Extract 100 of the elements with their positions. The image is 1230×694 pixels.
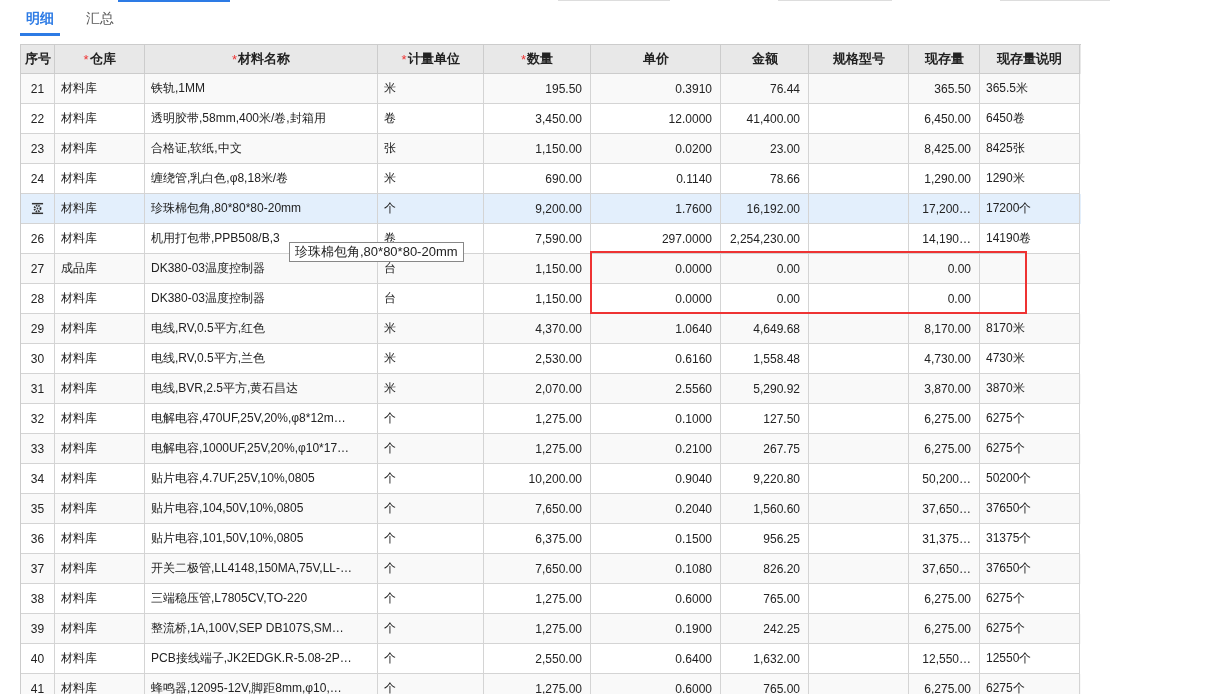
table-cell: 材料库 [61, 230, 97, 247]
table-cell: 8,425.00 [924, 141, 971, 156]
table-cell: 材料库 [61, 470, 97, 487]
table-cell: 1,150.00 [535, 141, 582, 156]
table-cell: 材料库 [61, 560, 97, 577]
table-row[interactable]: 39 材料库 整流桥,1A,100V,SEP DB107S,SM… 个 1,275.00 0.1900 242.25 6,275.00 6275个 [21, 614, 1081, 644]
column-label: 仓库 [89, 50, 116, 68]
table-row[interactable]: 41 材料库 蜂鸣器,12095-12V,脚距8mm,φ10,… 个 1,275.00 0.6000 765.00 6,275.00 6275个 [21, 674, 1081, 694]
table-cell: 2,550.00 [535, 651, 582, 666]
table-cell: 32 [30, 411, 45, 426]
table-row[interactable]: 29 材料库 电线,RV,0.5平方,红色 米 4,370.00 1.0640 4,649.68 8,170.00 8170米 [21, 314, 1081, 344]
table-row[interactable]: 21 材料库 铁轨,1MM 米 195.50 0.3910 76.44 365.50 365.5米 [21, 74, 1081, 104]
table-cell: 8,170.00 [924, 321, 971, 336]
table-cell: 6275个 [986, 590, 1025, 607]
table-cell: 14190卷 [986, 230, 1032, 247]
table-cell: 0.0000 [675, 261, 712, 276]
table-cell: 材料库 [61, 290, 97, 307]
table-cell: 9,200.00 [535, 201, 582, 216]
table-row[interactable]: 23 材料库 合格证,软纸,中文 张 1,150.00 0.0200 23.00 8,425.00 8425张 [21, 134, 1081, 164]
table-cell: 铁轨,1MM [151, 80, 205, 97]
table-cell: 1,632.00 [753, 651, 800, 666]
table-cell: 材料库 [61, 650, 97, 667]
table-cell: 0.2040 [675, 501, 712, 516]
table-row[interactable]: 24 材料库 缠绕管,乳白色,φ8,18米/卷 米 690.00 0.1140 78.66 1,290.00 1290米 [21, 164, 1081, 194]
table-cell: 12.0000 [668, 111, 712, 126]
table-cell: 37 [30, 561, 45, 576]
table-row[interactable]: 33 材料库 电解电容,1000UF,25V,20%,φ10*17… 个 1,275.00 0.2100 267.75 6,275.00 6275个 [21, 434, 1081, 464]
table-cell: 0.6400 [675, 651, 712, 666]
table-cell: 6,450.00 [924, 111, 971, 126]
tab[interactable]: 明细 [20, 6, 60, 36]
table-row[interactable]: 32 材料库 电解电容,470UF,25V,20%,φ8*12m… 个 1,275.00 0.1000 127.50 6,275.00 6275个 [21, 404, 1081, 434]
required-mark: * [231, 51, 238, 67]
table-cell: 1,275.00 [535, 681, 582, 694]
table-cell: 40 [30, 651, 45, 666]
table-cell: 76.44 [769, 81, 800, 96]
table-cell: 材料库 [61, 110, 97, 127]
table-cell: 0.00 [776, 261, 800, 276]
table-cell: 1,275.00 [535, 591, 582, 606]
table-cell: 材料库 [61, 590, 97, 607]
table-row[interactable]: 材料库 珍珠棉包角,80*80*80-20mm 个 9,200.00 1.7600 16,192.00 17,200… 17200个 [21, 194, 1081, 224]
table-cell: 3,450.00 [535, 111, 582, 126]
column-label: 现存量说明 [997, 50, 1062, 68]
table-cell: 31 [30, 381, 45, 396]
table-cell: 23.00 [769, 141, 800, 156]
column-label: 单价 [642, 50, 669, 68]
table-cell: 个 [384, 590, 396, 607]
table-cell: 38 [30, 591, 45, 606]
table-cell: 材料库 [61, 350, 97, 367]
table-cell: DK380-03温度控制器 [151, 260, 266, 277]
table-cell: 贴片电容,104,50V,10%,0805 [151, 500, 304, 517]
table-cell: 材料库 [61, 320, 97, 337]
table-cell: 3870米 [986, 380, 1025, 397]
table-row[interactable]: 22 材料库 透明胶带,58mm,400米/卷,封箱用 卷 3,450.00 12.0000 41,400.00 6,450.00 6450卷 [21, 104, 1081, 134]
table-row[interactable]: 30 材料库 电线,RV,0.5平方,兰色 米 2,530.00 0.6160 1,558.48 4,730.00 4730米 [21, 344, 1081, 374]
table-cell: 8425张 [986, 140, 1025, 157]
table-cell: 14,190… [922, 231, 971, 246]
table-cell: 6275个 [986, 620, 1025, 637]
table-cell: 1,275.00 [535, 441, 582, 456]
table-row[interactable]: 36 材料库 贴片电容,101,50V,10%,0805 个 6,375.00 0.1500 956.25 31,375… 31375个 [21, 524, 1081, 554]
table-cell: 6275个 [986, 410, 1025, 427]
column-label: 规格型号 [832, 50, 885, 68]
table-row[interactable]: 31 材料库 电线,BVR,2.5平方,黄石昌达 米 2,070.00 2.5560 5,290.92 3,870.00 3870米 [21, 374, 1081, 404]
table-cell: 1290米 [986, 170, 1025, 187]
table-cell: 1.7600 [675, 201, 712, 216]
column-label: 金额 [751, 50, 778, 68]
table-row[interactable]: 34 材料库 贴片电容,4.7UF,25V,10%,0805 个 10,200.00 0.9040 9,220.80 50,200… 50200个 [21, 464, 1081, 494]
table-cell: 30 [30, 351, 45, 366]
table-row[interactable]: 37 材料库 开关二极管,LL4148,150MA,75V,LL-… 个 7,650.00 0.1080 826.20 37,650… 37650个 [21, 554, 1081, 584]
table-cell: 1,290.00 [924, 171, 971, 186]
table-cell: 4,649.68 [753, 321, 800, 336]
table-cell: 4,370.00 [535, 321, 582, 336]
table-cell: 0.3910 [675, 81, 712, 96]
table-cell: 电解电容,1000UF,25V,20%,φ10*17… [151, 440, 350, 457]
table-cell: 34 [30, 471, 45, 486]
table-cell: 6,275.00 [924, 591, 971, 606]
table-cell: 27 [30, 261, 45, 276]
table-cell: 米 [384, 80, 396, 97]
table-cell: 缠绕管,乳白色,φ8,18米/卷 [151, 170, 289, 187]
table-cell: 个 [384, 530, 396, 547]
table-row[interactable]: 38 材料库 三端稳压管,L7805CV,TO-220 个 1,275.00 0.6000 765.00 6,275.00 6275个 [21, 584, 1081, 614]
table-row[interactable]: 40 材料库 PCB接线端子,JK2EDGK.R-5.08-2P… 个 2,550.00 0.6400 1,632.00 12,550… 12550个 [21, 644, 1081, 674]
table-cell: DK380-03温度控制器 [151, 290, 266, 307]
table-row[interactable]: 28 材料库 DK380-03温度控制器 台 1,150.00 0.0000 0.00 0.00 [21, 284, 1081, 314]
table-cell: 4,730.00 [924, 351, 971, 366]
table-cell: 个 [384, 560, 396, 577]
table-cell: 0.2100 [675, 441, 712, 456]
table-cell: 成品库 [61, 260, 97, 277]
table-cell: 690.00 [545, 171, 582, 186]
tab[interactable]: 汇总 [80, 6, 120, 36]
table-cell: 37650个 [986, 500, 1032, 517]
settings-icon[interactable] [31, 202, 44, 215]
table-cell: 2,530.00 [535, 351, 582, 366]
table-row[interactable]: 35 材料库 贴片电容,104,50V,10%,0805 个 7,650.00 0.2040 1,560.60 37,650… 37650个 [21, 494, 1081, 524]
tooltip: 珍珠棉包角,80*80*80-20mm [289, 242, 464, 262]
table-cell: 17200个 [986, 200, 1032, 217]
table-cell: 2,254,230.00 [729, 231, 800, 246]
table-cell: 33 [30, 441, 45, 456]
table-cell: 个 [384, 200, 396, 217]
table-cell: 0.1000 [675, 411, 712, 426]
table-cell: 10,200.00 [528, 471, 582, 486]
